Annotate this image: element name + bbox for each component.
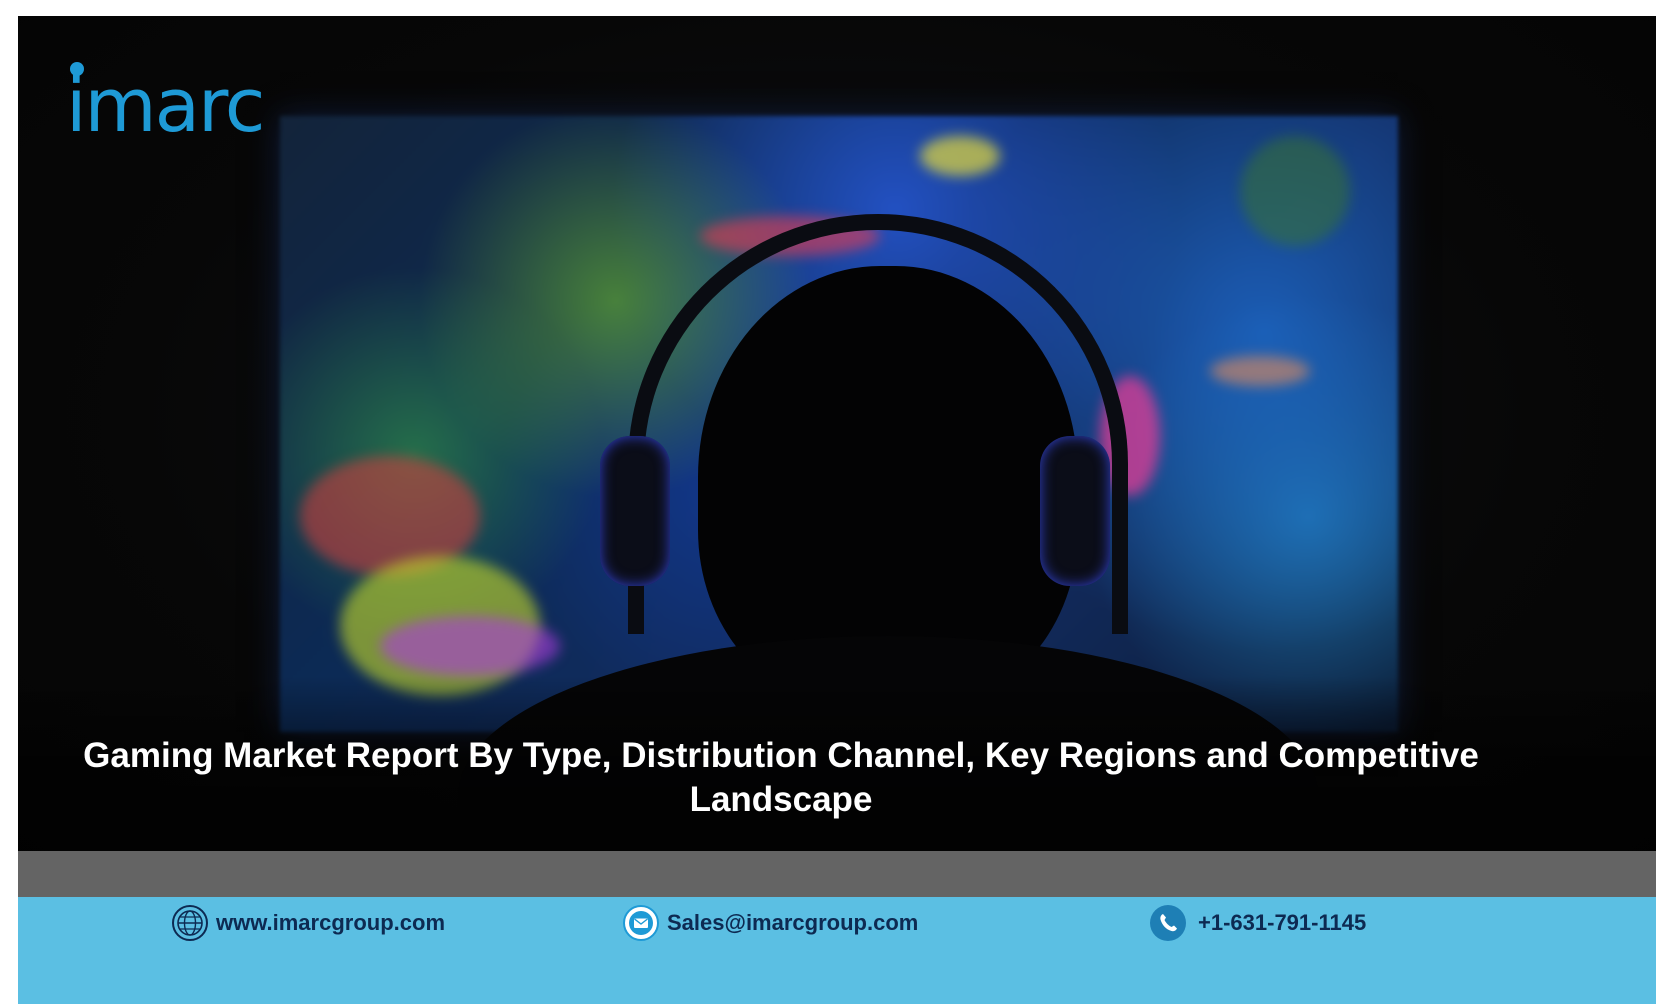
report-banner: imarc Gaming Market Report By Type, Dist… <box>18 16 1656 1004</box>
phone-contact[interactable]: +1-631-791-1145 <box>1150 903 1366 943</box>
hero-image: imarc Gaming Market Report By Type, Dist… <box>18 16 1656 896</box>
website-contact[interactable]: www.imarcgroup.com <box>172 903 445 943</box>
email-link[interactable]: Sales@imarcgroup.com <box>667 910 918 936</box>
left-earcup <box>600 436 670 586</box>
right-earcup <box>1040 436 1110 586</box>
logo-text: imarc <box>66 63 265 149</box>
contact-bar: www.imarcgroup.com Sales@imarcgroup.com … <box>18 897 1656 1004</box>
phone-number[interactable]: +1-631-791-1145 <box>1198 910 1366 936</box>
divider-strip <box>18 851 1656 897</box>
phone-icon <box>1150 905 1186 941</box>
report-title: Gaming Market Report By Type, Distributi… <box>83 736 1479 819</box>
imarc-logo: imarc <box>66 58 306 148</box>
website-link[interactable]: www.imarcgroup.com <box>216 910 445 936</box>
email-contact[interactable]: Sales@imarcgroup.com <box>623 903 918 943</box>
mail-icon <box>623 905 659 941</box>
globe-icon <box>172 905 208 941</box>
